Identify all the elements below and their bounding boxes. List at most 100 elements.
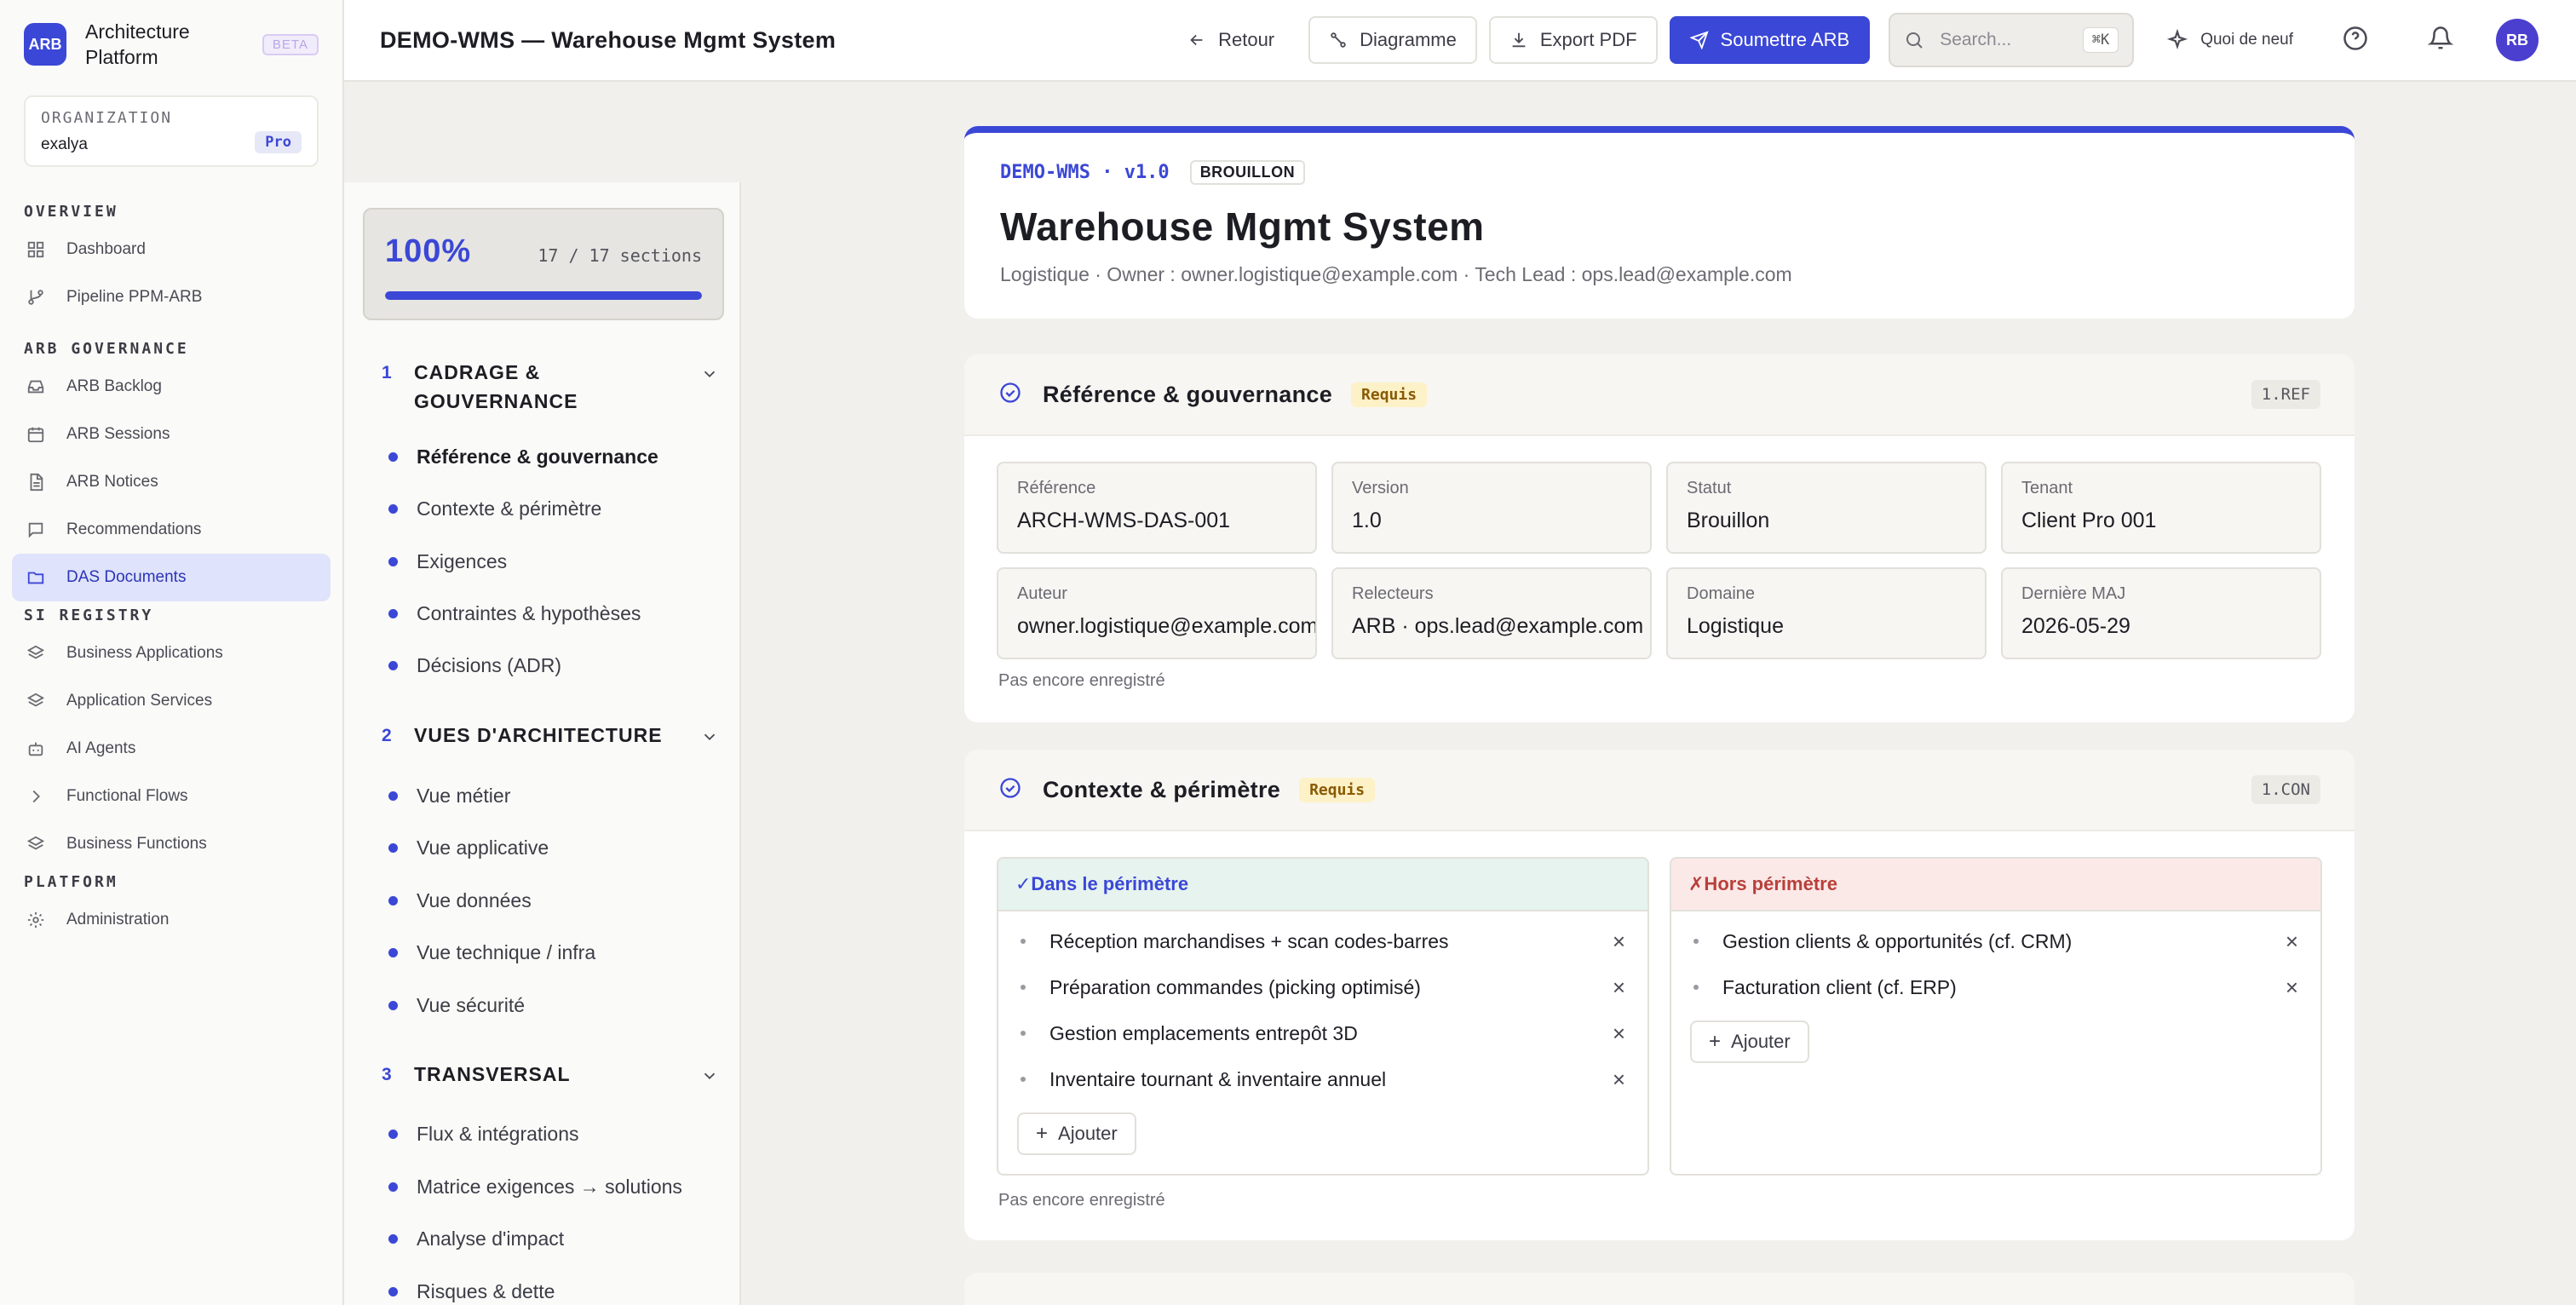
section-group-1[interactable]: 1 CADRAGE & GOUVERNANCE (382, 358, 719, 416)
section-link-label: Flux & intégrations (417, 1122, 579, 1145)
progress-card: 100% 17 / 17 sections (363, 208, 724, 320)
close-icon[interactable]: × (1613, 928, 1625, 955)
sidebar-item-recommendations[interactable]: Recommendations (12, 506, 331, 554)
avatar[interactable]: RB (2496, 19, 2539, 61)
whats-new-button[interactable]: Quoi de neuf (2166, 29, 2293, 51)
close-icon[interactable]: × (1613, 1020, 1625, 1047)
section-card-header[interactable]: Contexte & périmètre Requis 1.CON (964, 750, 2355, 831)
nav-section-si-registry: SI REGISTRY (24, 607, 154, 624)
sidebar-item-arb-notices[interactable]: ARB Notices (12, 458, 331, 506)
section-group-3[interactable]: 3 TRANSVERSAL (382, 1060, 719, 1089)
section-link-business-view[interactable]: Vue métier (388, 779, 510, 813)
section-link-flows[interactable]: Flux & intégrations (388, 1117, 578, 1151)
field-reference[interactable]: Référence ARCH-WMS-DAS-001 (997, 462, 1317, 554)
sidebar-item-business-functions[interactable]: Business Functions (12, 820, 331, 868)
progress-bar (385, 291, 702, 300)
section-link-constraints[interactable]: Contraintes & hypothèses (388, 596, 641, 630)
field-domain[interactable]: Domaine Logistique (1666, 567, 1987, 659)
required-badge: Requis (1299, 777, 1376, 802)
field-author[interactable]: Auteur owner.logistique@example.com (997, 567, 1317, 659)
field-label: Tenant (2021, 479, 2073, 497)
check-circle-icon (998, 776, 1022, 804)
sidebar-item-application-services[interactable]: Application Services (12, 677, 331, 725)
field-label: Version (1352, 479, 1409, 497)
plan-badge: Pro (255, 131, 302, 153)
list-item[interactable]: Gestion clients & opportunités (cf. CRM)… (1671, 918, 2320, 964)
sidebar-item-pipeline[interactable]: Pipeline PPM-ARB (12, 273, 331, 321)
close-icon[interactable]: × (1613, 974, 1625, 1001)
list-item[interactable]: Préparation commandes (picking optimisé)… (998, 964, 1647, 1010)
brand-logo[interactable]: ARB (24, 23, 66, 66)
section-link-application-view[interactable]: Vue applicative (388, 831, 549, 865)
section-link-context[interactable]: Contexte & périmètre (388, 492, 601, 526)
add-out-of-scope-button[interactable]: + Ajouter (1690, 1020, 1809, 1063)
list-item[interactable]: Réception marchandises + scan codes-barr… (998, 918, 1647, 964)
document-subtitle: Logistique · Owner : owner.logistique@ex… (1000, 263, 1792, 285)
section-card-header[interactable]: Référence & gouvernance Requis 1.REF (964, 354, 2355, 436)
section-card-reference: Référence & gouvernance Requis 1.REF Réf… (964, 354, 2355, 722)
sidebar-item-label: ARB Sessions (66, 425, 170, 443)
section-link-requirements[interactable]: Exigences (388, 544, 507, 578)
section-link-security-view[interactable]: Vue sécurité (388, 988, 525, 1022)
chevron-down-icon[interactable] (700, 1060, 719, 1089)
progress-bar-fill (385, 291, 702, 300)
search-placeholder: Search... (1940, 30, 2012, 49)
sidebar-item-functional-flows[interactable]: Functional Flows (12, 773, 331, 820)
field-tenant[interactable]: Tenant Client Pro 001 (2001, 462, 2321, 554)
submit-arb-button[interactable]: Soumettre ARB (1669, 16, 1871, 64)
export-pdf-button[interactable]: Export PDF (1488, 16, 1658, 64)
field-status[interactable]: Statut Brouillon (1666, 462, 1987, 554)
add-in-scope-button[interactable]: + Ajouter (1017, 1112, 1136, 1155)
beta-badge: BETA (262, 33, 319, 55)
sidebar-item-arb-sessions[interactable]: ARB Sessions (12, 411, 331, 458)
section-link-matrix[interactable]: Matrice exigences → solutions (388, 1170, 682, 1204)
section-title: Contexte & périmètre (1043, 776, 1281, 802)
chevron-down-icon[interactable] (700, 721, 719, 750)
sidebar-item-ai-agents[interactable]: AI Agents (12, 725, 331, 773)
sparkles-icon (2167, 29, 2188, 50)
whats-new-label: Quoi de neuf (2200, 31, 2293, 49)
section-status-dot (388, 1129, 398, 1139)
close-icon[interactable]: × (1613, 1066, 1625, 1093)
list-item-text: Inventaire tournant & inventaire annuel (1049, 1067, 1387, 1090)
diagram-icon (1331, 32, 1346, 48)
section-status-dot (388, 1181, 398, 1192)
nav-section-arb-governance: ARB GOVERNANCE (24, 340, 189, 358)
field-version[interactable]: Version 1.0 (1331, 462, 1652, 554)
section-link-data-view[interactable]: Vue données (388, 883, 532, 917)
sidebar-item-das-documents[interactable]: DAS Documents (12, 554, 331, 601)
section-link-infra-view[interactable]: Vue technique / infra (388, 935, 595, 969)
section-link-adr[interactable]: Décisions (ADR) (388, 648, 561, 682)
section-link-label: Référence & gouvernance (417, 445, 658, 468)
sidebar-item-label: Business Functions (66, 835, 207, 853)
field-reviewers[interactable]: Relecteurs ARB · ops.lead@example.com (1331, 567, 1652, 659)
list-item[interactable]: Gestion emplacements entrepôt 3D × (998, 1010, 1647, 1056)
search-icon (1906, 32, 1923, 49)
section-link-reference[interactable]: Référence & gouvernance (388, 440, 658, 474)
layers-icon (26, 691, 46, 711)
document-header: DEMO-WMS · v1.0 BROUILLON Warehouse Mgmt… (964, 126, 2355, 319)
list-item[interactable]: Inventaire tournant & inventaire annuel × (998, 1056, 1647, 1102)
list-item[interactable]: Facturation client (cf. ERP) × (1671, 964, 2320, 1010)
organization-switcher[interactable]: ORGANIZATION exalya Pro (24, 95, 319, 167)
close-icon[interactable]: × (2286, 928, 2298, 955)
field-last-update[interactable]: Dernière MAJ 2026-05-29 (2001, 567, 2321, 659)
diagram-button[interactable]: Diagramme (1308, 16, 1477, 64)
notifications-button[interactable] (2427, 26, 2454, 55)
section-link-risks[interactable]: Risques & dette (388, 1274, 555, 1305)
section-link-impact[interactable]: Analyse d'impact (388, 1222, 564, 1256)
document-id: DEMO-WMS · v1.0 (1000, 162, 1170, 183)
help-button[interactable] (2343, 26, 2368, 55)
sidebar-item-arb-backlog[interactable]: ARB Backlog (12, 363, 331, 411)
section-group-2[interactable]: 2 VUES D'ARCHITECTURE (382, 721, 719, 750)
sidebar-item-business-applications[interactable]: Business Applications (12, 630, 331, 677)
sidebar-item-administration[interactable]: Administration (12, 896, 331, 944)
document-title: Warehouse Mgmt System (1000, 204, 1485, 249)
search-input[interactable]: Search... ⌘K (1889, 13, 2135, 67)
section-code: 1.CON (2251, 775, 2320, 804)
chevron-down-icon[interactable] (700, 358, 719, 388)
back-button[interactable]: Retour (1167, 16, 1296, 64)
close-icon[interactable]: × (2286, 974, 2298, 1001)
sidebar-item-dashboard[interactable]: Dashboard (12, 226, 331, 273)
bullet (1021, 939, 1026, 944)
